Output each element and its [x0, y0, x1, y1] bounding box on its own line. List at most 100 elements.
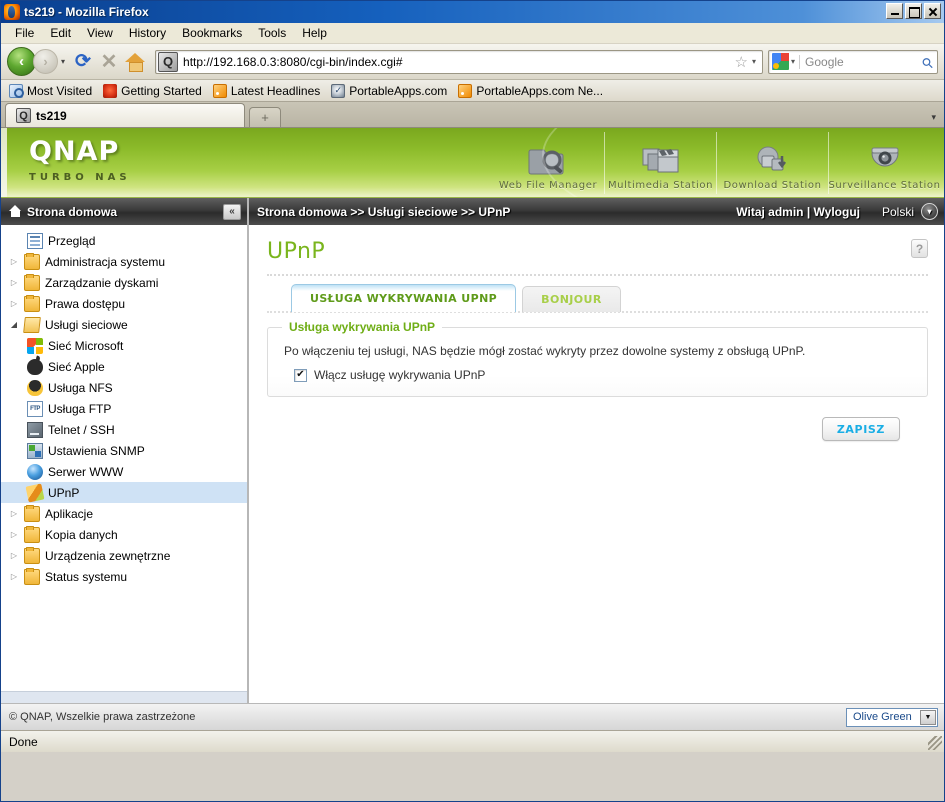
- new-tab-button[interactable]: +: [249, 107, 281, 127]
- banner-app-download-station[interactable]: Download Station: [716, 132, 828, 194]
- sidebar-item-usluga-ftp[interactable]: FTP Usługa FTP: [1, 398, 247, 419]
- sidebar-item-urzadzenia-zewnetrzne[interactable]: ▷ Urządzenia zewnętrzne: [1, 545, 247, 566]
- maximize-button[interactable]: [905, 3, 922, 19]
- ftp-icon: FTP: [27, 400, 43, 417]
- folder-open-icon: [23, 316, 41, 333]
- sidebar-item-aplikacje[interactable]: ▷ Aplikacje: [1, 503, 247, 524]
- collapse-sidebar-button[interactable]: «: [223, 203, 241, 220]
- chevron-right-icon[interactable]: ▷: [9, 551, 19, 560]
- theme-select[interactable]: Olive Green ▼: [846, 707, 938, 727]
- language-label[interactable]: Polski: [882, 205, 914, 219]
- search-engine-dropdown-icon[interactable]: ▾: [791, 57, 795, 66]
- bookmark-latest-headlines[interactable]: Latest Headlines: [210, 83, 326, 99]
- reload-icon[interactable]: ⟳: [71, 50, 95, 74]
- menu-bookmarks[interactable]: Bookmarks: [174, 24, 250, 42]
- banner-app-web-file-manager[interactable]: Web File Manager: [492, 132, 604, 194]
- chevron-right-icon[interactable]: ▷: [9, 530, 19, 539]
- close-button[interactable]: [924, 3, 941, 19]
- url-dropdown-icon[interactable]: ▾: [752, 57, 762, 66]
- banner-app-multimedia-station[interactable]: Multimedia Station: [604, 132, 716, 194]
- sidebar-item-serwer-www[interactable]: Serwer WWW: [1, 461, 247, 482]
- minimize-button[interactable]: [886, 3, 903, 19]
- bookmark-most-visited[interactable]: Most Visited: [6, 83, 98, 99]
- menu-view[interactable]: View: [79, 24, 121, 42]
- search-icon[interactable]: ⚲: [918, 50, 941, 73]
- menu-history[interactable]: History: [121, 24, 174, 42]
- tab-ts219[interactable]: ts219: [5, 103, 245, 127]
- user-greeting-logout[interactable]: Witaj admin | Wyloguj: [736, 205, 860, 219]
- sidebar-item-upnp[interactable]: UPnP: [1, 482, 247, 503]
- menu-file[interactable]: File: [7, 24, 42, 42]
- chevron-down-icon[interactable]: ◢: [9, 320, 19, 329]
- search-bar[interactable]: ▾ Google ⚲: [768, 49, 941, 74]
- sidebar-item-siec-apple[interactable]: Sieć Apple: [1, 356, 247, 377]
- chevron-right-icon[interactable]: ▷: [9, 299, 19, 308]
- sidebar-item-ustawienia-snmp[interactable]: Ustawienia SNMP: [1, 440, 247, 461]
- address-bar[interactable]: http://192.168.0.3:8080/cgi-bin/index.cg…: [155, 49, 763, 74]
- chevron-right-icon[interactable]: ▷: [9, 257, 19, 266]
- resize-grip[interactable]: [928, 736, 942, 750]
- chevron-down-icon[interactable]: ▾: [921, 203, 938, 220]
- enable-upnp-row[interactable]: Włącz usługę wykrywania UPnP: [284, 368, 911, 382]
- search-input[interactable]: Google: [799, 54, 922, 69]
- browser-statusbar: Done: [1, 730, 944, 752]
- bookmark-getting-started[interactable]: Getting Started: [100, 83, 208, 99]
- menu-edit[interactable]: Edit: [42, 24, 79, 42]
- window-titlebar: ts219 - Mozilla Firefox: [1, 1, 944, 23]
- enable-upnp-checkbox[interactable]: [294, 368, 307, 382]
- folder-icon: [24, 546, 40, 564]
- bookmark-portableapps-news[interactable]: PortableApps.com Ne...: [455, 83, 609, 99]
- status-text: Done: [9, 734, 38, 749]
- bookmark-star-icon[interactable]: ☆: [731, 53, 752, 71]
- bookmark-portableapps[interactable]: PortableApps.com: [328, 83, 453, 99]
- back-button[interactable]: ‹: [7, 47, 36, 76]
- menu-tools[interactable]: Tools: [250, 24, 294, 42]
- tab-strip: ts219 + ▾: [1, 102, 944, 128]
- sidebar-item-przeglad[interactable]: Przegląd: [1, 230, 247, 251]
- sidebar-item-label: Serwer WWW: [48, 464, 124, 479]
- forward-button[interactable]: ›: [33, 49, 58, 74]
- save-button[interactable]: ZAPISZ: [821, 417, 900, 441]
- sidebar-item-uslugi-sieciowe[interactable]: ◢ Usługi sieciowe: [1, 314, 247, 335]
- site-favicon-icon: [158, 51, 179, 72]
- sidebar-item-zarzadzanie-dyskami[interactable]: ▷ Zarządzanie dyskami: [1, 272, 247, 293]
- back-forward-group: ‹ ›: [7, 47, 58, 76]
- banner-app-label: Multimedia Station: [607, 180, 714, 191]
- sidebar-bottom-bar: [1, 691, 247, 703]
- stop-icon[interactable]: ✕: [97, 50, 121, 74]
- bookmark-label: Getting Started: [121, 83, 202, 98]
- sidebar-item-status-systemu[interactable]: ▷ Status systemu: [1, 566, 247, 587]
- nav-strip: Strona domowa « Strona domowa >> Usługi …: [1, 198, 944, 225]
- firefox-getting-started-icon: [103, 83, 118, 98]
- home-icon[interactable]: [123, 50, 147, 74]
- logo-text: QNAP: [29, 136, 120, 167]
- sidebar-item-prawa-dostepu[interactable]: ▷ Prawa dostępu: [1, 293, 247, 314]
- web-server-icon: [27, 463, 43, 480]
- sidebar-item-usluga-nfs[interactable]: Usługa NFS: [1, 377, 247, 398]
- sidebar-item-label: Usługa FTP: [48, 401, 112, 416]
- chevron-right-icon[interactable]: ▷: [9, 572, 19, 581]
- url-text[interactable]: http://192.168.0.3:8080/cgi-bin/index.cg…: [181, 55, 731, 69]
- menu-help[interactable]: Help: [294, 24, 335, 42]
- banner-app-surveillance-station[interactable]: Surveillance Station: [828, 132, 940, 194]
- sidebar-item-administracja-systemu[interactable]: ▷ Administracja systemu: [1, 251, 247, 272]
- multimedia-station-icon: [640, 142, 682, 180]
- browser-window: ts219 - Mozilla Firefox File Edit View H…: [0, 0, 945, 802]
- breadcrumb-bar: Strona domowa >> Usługi sieciowe >> UPnP…: [249, 198, 944, 225]
- history-dropdown-icon[interactable]: ▾: [61, 57, 65, 66]
- body-split: Przegląd ▷ Administracja systemu ▷ Zarzą…: [1, 225, 944, 703]
- most-visited-icon: [9, 83, 24, 98]
- qnap-banner: QNAP TURBO NAS Web File Manager Multimed…: [1, 128, 944, 198]
- sidebar-item-telnet-ssh[interactable]: Telnet / SSH: [1, 419, 247, 440]
- tab-list-dropdown-icon[interactable]: ▾: [931, 112, 936, 123]
- tab-upnp-discovery-service[interactable]: USŁUGA WYKRYWANIA UPNP: [291, 284, 517, 312]
- tab-bonjour[interactable]: BONJOUR: [522, 286, 621, 312]
- chevron-right-icon[interactable]: ▷: [9, 278, 19, 287]
- chevron-down-icon[interactable]: ▼: [920, 709, 936, 725]
- main-scroll-gutter[interactable]: [932, 225, 944, 703]
- google-icon: [772, 53, 789, 70]
- sidebar-item-siec-microsoft[interactable]: Sieć Microsoft: [1, 335, 247, 356]
- help-button[interactable]: ?: [911, 239, 928, 258]
- sidebar-item-kopia-danych[interactable]: ▷ Kopia danych: [1, 524, 247, 545]
- chevron-right-icon[interactable]: ▷: [9, 509, 19, 518]
